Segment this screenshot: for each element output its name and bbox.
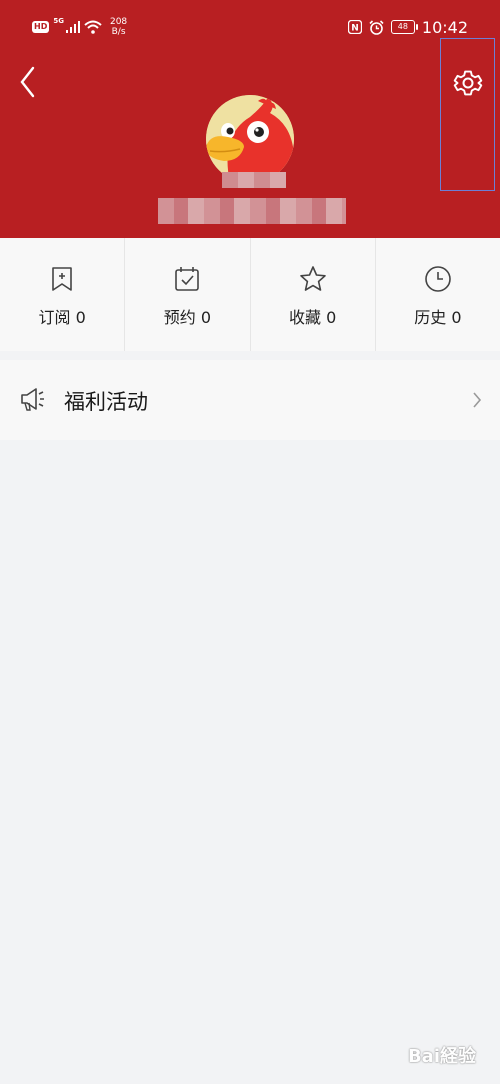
chevron-left-icon bbox=[20, 66, 35, 98]
avatar[interactable] bbox=[206, 95, 294, 183]
tab-reserve[interactable]: 预约 0 bbox=[125, 238, 251, 351]
tab-history-label: 历史 0 bbox=[414, 308, 462, 327]
tab-favorites-label: 收藏 0 bbox=[288, 308, 337, 327]
status-bar: HD 5G 208 B/s N 48 10:42 bbox=[0, 0, 500, 44]
chevron-right-icon bbox=[473, 392, 482, 408]
hd-badge: HD bbox=[32, 21, 50, 33]
tab-history[interactable]: 历史 0 bbox=[376, 238, 500, 351]
battery-indicator: 48 bbox=[390, 20, 418, 34]
wifi-icon bbox=[84, 20, 102, 34]
tab-reserve-label: 预约 0 bbox=[163, 308, 212, 327]
tab-favorites[interactable]: 收藏 0 bbox=[251, 238, 376, 351]
welfare-activities-row[interactable]: 福利活动 bbox=[0, 360, 500, 440]
settings-button[interactable] bbox=[440, 38, 495, 191]
username-blurred bbox=[158, 198, 346, 224]
speed-unit: B/s bbox=[111, 27, 126, 37]
tab-subscribe[interactable]: 订阅 0 bbox=[0, 238, 126, 351]
gear-icon bbox=[453, 70, 483, 96]
welfare-label: 福利活动 bbox=[64, 390, 148, 414]
alarm-icon bbox=[369, 19, 384, 35]
bookmark-plus-icon bbox=[52, 267, 72, 291]
signal-icon bbox=[65, 21, 80, 33]
profile-header: HD 5G 208 B/s N 48 10:42 bbox=[0, 0, 500, 238]
parrot-avatar-icon bbox=[206, 95, 294, 183]
username-blurred-top bbox=[222, 172, 286, 188]
nfc-icon: N bbox=[347, 20, 362, 34]
speed-value: 208 bbox=[109, 17, 128, 27]
profile-tabs: 订阅 0 预约 0 收藏 0 历史 0 bbox=[0, 238, 500, 351]
back-button[interactable] bbox=[14, 64, 42, 100]
watermark-text: Bai経验 bbox=[407, 1046, 476, 1067]
network-speed: 208 B/s bbox=[110, 17, 127, 37]
megaphone-icon bbox=[21, 388, 44, 411]
watermark: Bai経验 bbox=[408, 1042, 476, 1068]
tab-subscribe-label: 订阅 0 bbox=[38, 308, 86, 327]
nfc-letter: N bbox=[351, 24, 359, 34]
network-type: 5G bbox=[53, 17, 64, 25]
star-icon bbox=[299, 266, 326, 291]
status-time: 10:42 bbox=[421, 17, 468, 37]
calendar-check-icon bbox=[175, 267, 200, 291]
clock-icon bbox=[425, 266, 451, 292]
